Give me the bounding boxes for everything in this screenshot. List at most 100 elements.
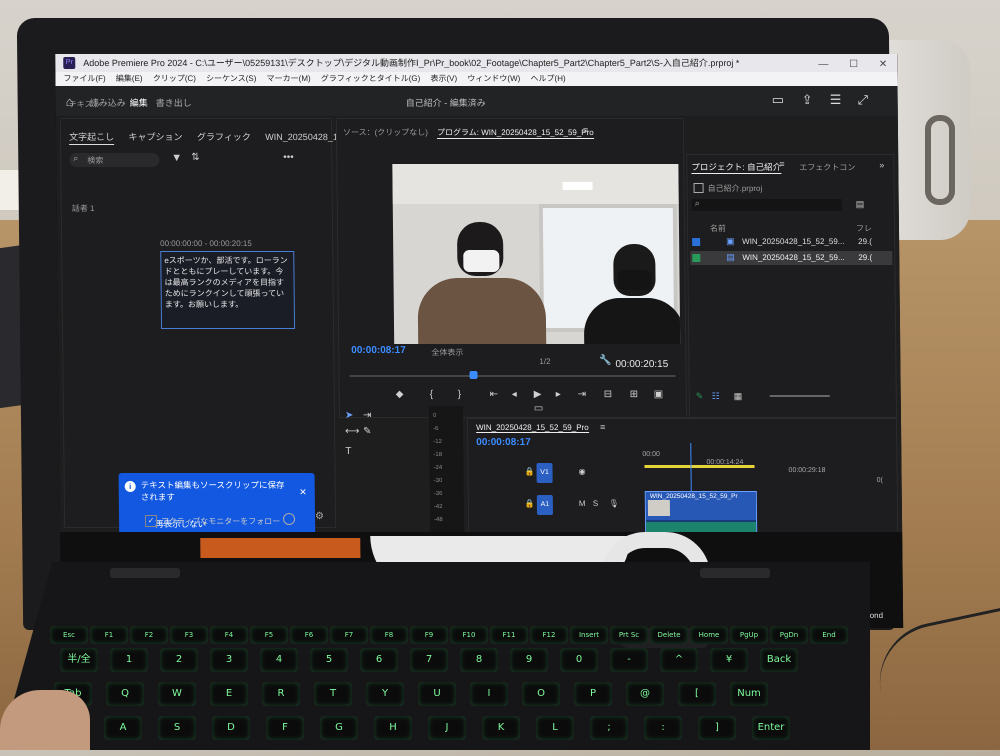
microphone-icon[interactable]: 🎙: [609, 499, 619, 508]
track-v1-toggle[interactable]: V1: [536, 463, 553, 483]
sort-icon[interactable]: ⇅: [191, 152, 200, 163]
share-icon[interactable]: ⇪: [802, 92, 818, 108]
key[interactable]: 7: [410, 648, 448, 672]
key[interactable]: 0: [560, 648, 598, 672]
key[interactable]: F1: [90, 626, 128, 644]
lock-icon[interactable]: 🔒: [524, 467, 534, 476]
wrench-icon[interactable]: 🔧: [599, 355, 612, 366]
key[interactable]: 5: [310, 648, 348, 672]
compare-icon[interactable]: ▭: [534, 403, 544, 414]
key[interactable]: W: [158, 682, 196, 706]
key[interactable]: 9: [510, 648, 548, 672]
maximize-icon[interactable]: ☐: [849, 59, 858, 70]
menu-view[interactable]: 表示(V): [430, 74, 457, 83]
program-menu-icon[interactable]: ≡: [583, 125, 588, 135]
key[interactable]: 1: [110, 648, 148, 672]
panel-layout-icon[interactable]: ▭: [772, 92, 788, 108]
step-back-icon[interactable]: ◂: [512, 389, 517, 400]
key[interactable]: F3: [170, 626, 208, 644]
key[interactable]: PgDn: [770, 626, 808, 644]
go-to-out-icon[interactable]: ⇥: [578, 389, 587, 400]
caption-text-box[interactable]: eスポーツか、部活です。ローランドとともにプレーしています。今は最高ランクのメデ…: [160, 251, 296, 329]
tab-program[interactable]: プログラム: WIN_20250428_15_52_59_Pro: [436, 127, 594, 139]
new-bin-icon[interactable]: ▤: [856, 199, 865, 210]
tab-sequence-timeline[interactable]: WIN_20250428_15_52_59_Pro: [476, 423, 589, 433]
search-input[interactable]: ⌕ 検索: [69, 153, 160, 167]
tab-source[interactable]: ソース：(クリップなし): [343, 127, 428, 138]
follow-checkbox[interactable]: ✓: [145, 515, 158, 527]
track-select-icon[interactable]: ⇥: [363, 410, 372, 421]
fullscreen-icon[interactable]: ⤢: [858, 92, 874, 108]
key[interactable]: 6: [360, 648, 398, 672]
menu-edit[interactable]: 編集(E): [116, 74, 143, 83]
key[interactable]: Esc: [50, 626, 88, 644]
ripple-edit-icon[interactable]: ⟷: [345, 426, 359, 437]
key[interactable]: End: [810, 626, 848, 644]
menu-help[interactable]: ヘルプ(H): [530, 74, 565, 83]
program-timecode[interactable]: 00:00:08:17: [351, 345, 406, 356]
key[interactable]: ^: [660, 648, 698, 672]
key[interactable]: F9: [410, 626, 448, 644]
tab-captions[interactable]: キャプション: [128, 132, 182, 142]
type-tool-icon[interactable]: T: [345, 446, 351, 457]
key[interactable]: -: [610, 648, 648, 672]
key[interactable]: ;: [590, 716, 628, 740]
pencil-icon[interactable]: ✎: [696, 391, 704, 402]
program-scrubber[interactable]: [349, 371, 676, 379]
key[interactable]: 2: [160, 648, 198, 672]
mute-icon[interactable]: M: [579, 499, 586, 508]
in-point-icon[interactable]: {: [430, 389, 433, 400]
timeline-menu-icon[interactable]: ≡: [600, 422, 605, 432]
key[interactable]: F2: [130, 626, 168, 644]
key[interactable]: Num: [730, 682, 768, 706]
key[interactable]: Home: [690, 626, 728, 644]
key[interactable]: ¥: [710, 648, 748, 672]
key[interactable]: T: [314, 682, 352, 706]
key[interactable]: U: [418, 682, 456, 706]
eye-icon[interactable]: ◉: [578, 467, 585, 476]
key[interactable]: O: [522, 682, 560, 706]
key[interactable]: 4: [260, 648, 298, 672]
resolution-select[interactable]: 1/2: [539, 357, 550, 366]
icon-view-icon[interactable]: ▦: [734, 391, 743, 402]
key[interactable]: F5: [250, 626, 288, 644]
zoom-slider[interactable]: [769, 395, 830, 397]
key[interactable]: @: [626, 682, 664, 706]
tab-export[interactable]: 書き出し: [156, 96, 192, 109]
key[interactable]: F7: [330, 626, 368, 644]
list-view-icon[interactable]: ☷: [712, 391, 720, 402]
solo-icon[interactable]: S: [593, 499, 598, 508]
key[interactable]: Delete: [650, 626, 688, 644]
notice-close-icon[interactable]: ✕: [299, 487, 307, 498]
key[interactable]: S: [158, 716, 196, 740]
menu-sequence[interactable]: シーケンス(S): [206, 74, 256, 83]
menu-file[interactable]: ファイル(F): [63, 74, 105, 83]
key[interactable]: Prt Sc: [610, 626, 648, 644]
key[interactable]: D: [212, 716, 250, 740]
more-icon[interactable]: •••: [283, 152, 294, 163]
key[interactable]: 8: [460, 648, 498, 672]
work-area-bar[interactable]: [644, 465, 755, 468]
project-item[interactable]: ▤ WIN_20250428_15_52_59... 29.(: [690, 251, 893, 265]
key[interactable]: :: [644, 716, 682, 740]
step-forward-icon[interactable]: ▸: [556, 389, 561, 400]
lock-icon[interactable]: 🔒: [525, 499, 535, 508]
key[interactable]: Insert: [570, 626, 608, 644]
key[interactable]: [: [678, 682, 716, 706]
key[interactable]: P: [574, 682, 612, 706]
play-icon[interactable]: ▶: [534, 389, 542, 400]
zoom-select[interactable]: 全体表示: [431, 347, 463, 358]
tab-effect-controls[interactable]: エフェクトコン: [799, 162, 855, 173]
timeline-timecode[interactable]: 00:00:08:17: [476, 437, 531, 448]
key[interactable]: 半/全: [60, 648, 98, 672]
key[interactable]: Y: [366, 682, 404, 706]
key[interactable]: F: [266, 716, 304, 740]
key[interactable]: F10: [450, 626, 488, 644]
key[interactable]: F12: [530, 626, 568, 644]
menu-window[interactable]: ウィンドウ(W): [467, 74, 520, 83]
key[interactable]: F11: [490, 626, 528, 644]
program-playhead[interactable]: [469, 371, 478, 379]
menu-graphics[interactable]: グラフィックとタイトル(G): [321, 74, 420, 83]
marker-icon[interactable]: ◆: [396, 389, 404, 400]
key[interactable]: R: [262, 682, 300, 706]
